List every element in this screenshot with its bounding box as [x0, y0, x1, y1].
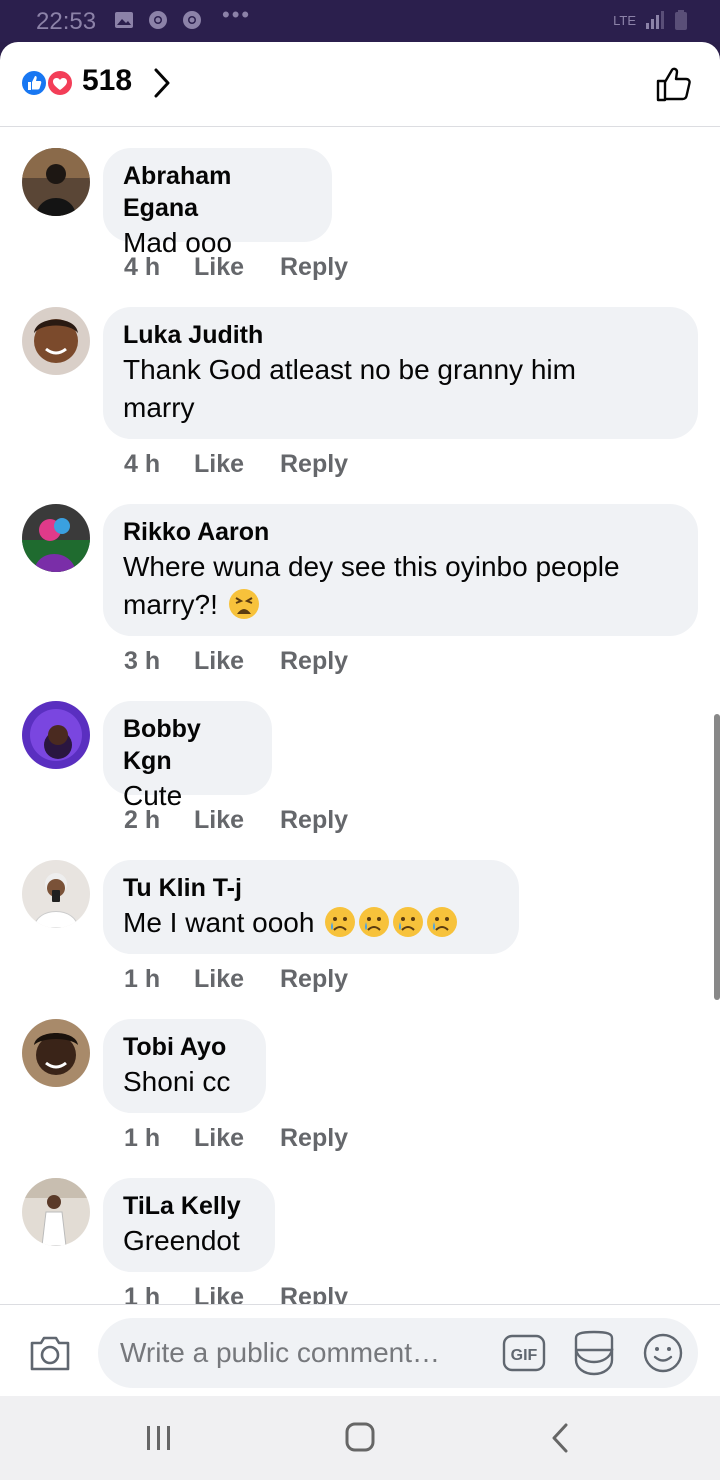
- emoji-icon[interactable]: [642, 1332, 684, 1374]
- sad-tear-emoji-icon: [359, 907, 390, 937]
- comment-composer: GIF: [0, 1304, 720, 1396]
- commenter-name[interactable]: Tu Klin T-j: [123, 872, 499, 904]
- reaction-count[interactable]: 518: [82, 64, 132, 98]
- more-notifications-icon: •••: [222, 2, 252, 27]
- like-post-button[interactable]: [654, 64, 694, 104]
- recent-apps-button[interactable]: [141, 1422, 177, 1454]
- tired-face-emoji-icon: [228, 589, 259, 619]
- reply-button[interactable]: Reply: [280, 647, 348, 676]
- status-notification-icons: [114, 10, 202, 30]
- reply-button[interactable]: Reply: [280, 1283, 348, 1304]
- reply-button[interactable]: Reply: [280, 1124, 348, 1153]
- camera-icon[interactable]: [28, 1333, 72, 1373]
- like-button[interactable]: Like: [194, 965, 280, 994]
- like-button[interactable]: Like: [194, 253, 280, 282]
- comment-time: 4 h: [124, 450, 161, 478]
- comment-actions: 4 h Like Reply: [124, 450, 348, 479]
- gallery-icon: [115, 12, 133, 28]
- chrome-icon: [183, 11, 201, 29]
- status-time: 22:53: [36, 8, 97, 35]
- like-button[interactable]: Like: [194, 647, 280, 676]
- comment-time: 2 h: [124, 806, 161, 834]
- comment-bubble[interactable]: Abraham Egana Mad ooo: [103, 148, 332, 258]
- comment-text: Where wuna dey see this oyinbo people ma…: [123, 551, 620, 620]
- avatar[interactable]: [22, 307, 90, 375]
- network-type: LTE: [613, 12, 636, 28]
- comment-actions: 4 h Like Reply: [124, 253, 348, 282]
- comment-bubble[interactable]: Rikko Aaron Where wuna dey see this oyin…: [103, 504, 698, 636]
- avatar[interactable]: [22, 1178, 90, 1246]
- comments-sheet: 518 Abraham Egana Mad ooo 4 h Like Reply: [0, 42, 720, 1396]
- comment-bubble[interactable]: Tu Klin T-j Me I want oooh: [103, 860, 519, 954]
- sad-tear-emoji-icon: [325, 907, 356, 937]
- comment-time: 1 h: [124, 1124, 161, 1152]
- comment-text: Shoni cc: [123, 1066, 231, 1097]
- chevron-right-icon[interactable]: [150, 66, 174, 100]
- commenter-name[interactable]: Rikko Aaron: [123, 516, 678, 548]
- like-button[interactable]: Like: [194, 1283, 280, 1304]
- comment-bubble[interactable]: Tobi Ayo Shoni cc: [103, 1019, 266, 1113]
- chrome-icon: [149, 11, 167, 29]
- reply-button[interactable]: Reply: [280, 965, 348, 994]
- commenter-name[interactable]: Tobi Ayo: [123, 1031, 246, 1063]
- comment-list[interactable]: Abraham Egana Mad ooo 4 h Like Reply Luk…: [0, 128, 720, 1304]
- comment-time: 3 h: [124, 647, 161, 675]
- reply-button[interactable]: Reply: [280, 253, 348, 282]
- comment-time: 1 h: [124, 965, 161, 993]
- comment-input-pill[interactable]: GIF: [98, 1318, 698, 1388]
- comment-bubble[interactable]: TiLa Kelly Greendot: [103, 1178, 275, 1272]
- comment-bubble[interactable]: Luka Judith Thank God atleast no be gran…: [103, 307, 698, 439]
- avatar[interactable]: [22, 860, 90, 928]
- avatar[interactable]: [22, 701, 90, 769]
- reply-button[interactable]: Reply: [280, 450, 348, 479]
- comment-text: Me I want oooh: [123, 904, 499, 942]
- scrollbar[interactable]: [714, 714, 720, 1000]
- status-bar: 22:53 ••• LTE: [0, 0, 720, 42]
- avatar[interactable]: [22, 148, 90, 216]
- comment-bubble[interactable]: Bobby Kgn Cute: [103, 701, 272, 811]
- gif-button[interactable]: GIF: [502, 1334, 546, 1372]
- commenter-name[interactable]: Bobby Kgn: [123, 713, 252, 777]
- svg-text:GIF: GIF: [511, 1347, 538, 1364]
- reply-button[interactable]: Reply: [280, 806, 348, 835]
- avatar[interactable]: [22, 1019, 90, 1087]
- system-navigation-bar: [0, 1396, 720, 1480]
- sad-tear-emoji-icon: [393, 907, 424, 937]
- comment-time: 4 h: [124, 253, 161, 281]
- back-button[interactable]: [544, 1422, 580, 1454]
- love-reaction-icon: [46, 69, 74, 97]
- comment-actions: 1 h Like Reply: [124, 1124, 348, 1153]
- comment-time: 1 h: [124, 1283, 161, 1304]
- commenter-name[interactable]: Abraham Egana: [123, 160, 312, 224]
- reactions-header: 518: [0, 42, 720, 127]
- battery-icon: [675, 10, 687, 30]
- comment-actions: 1 h Like Reply: [124, 965, 348, 994]
- comment-text: Thank God atleast no be granny him marry: [123, 354, 576, 423]
- commenter-name[interactable]: Luka Judith: [123, 319, 678, 351]
- comment-input[interactable]: [120, 1330, 480, 1376]
- sticker-icon[interactable]: [572, 1330, 616, 1376]
- signal-icon: [646, 11, 664, 29]
- commenter-name[interactable]: TiLa Kelly: [123, 1190, 255, 1222]
- home-button[interactable]: [342, 1422, 378, 1454]
- like-button[interactable]: Like: [194, 806, 280, 835]
- comment-actions: 2 h Like Reply: [124, 806, 348, 835]
- status-right: LTE: [613, 10, 688, 30]
- avatar[interactable]: [22, 504, 90, 572]
- like-button[interactable]: Like: [194, 1124, 280, 1153]
- reactions-icon[interactable]: [20, 68, 78, 98]
- comment-text: Greendot: [123, 1225, 240, 1256]
- comment-actions: 1 h Like Reply: [124, 1283, 348, 1304]
- sad-tear-emoji-icon: [427, 907, 458, 937]
- like-button[interactable]: Like: [194, 450, 280, 479]
- like-reaction-icon: [20, 69, 48, 97]
- comment-actions: 3 h Like Reply: [124, 647, 348, 676]
